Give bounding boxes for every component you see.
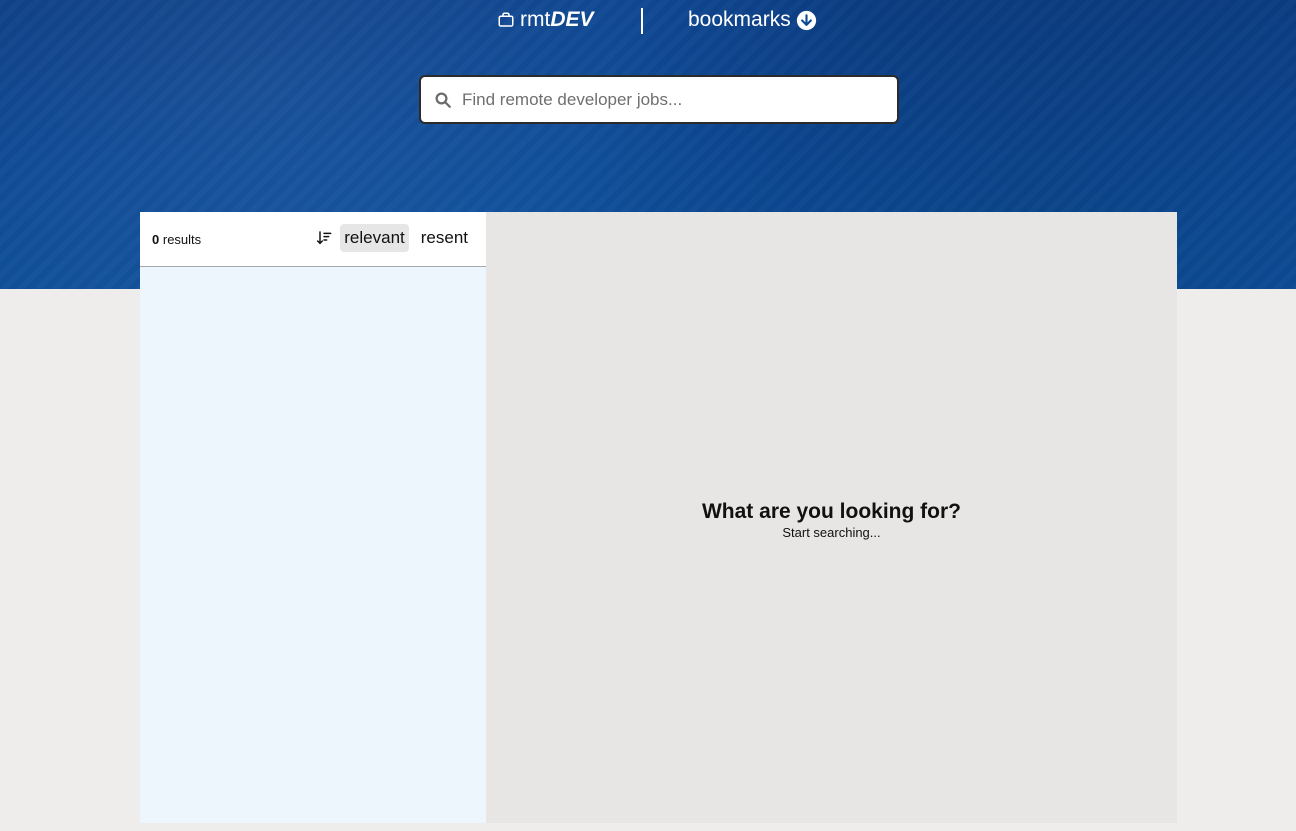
results-count-number: 0 bbox=[152, 231, 160, 247]
search-form bbox=[419, 75, 899, 124]
results-count-label: results bbox=[162, 231, 202, 247]
bookmarks-label: bookmarks bbox=[688, 8, 791, 31]
logo-text-bold: DEV bbox=[550, 8, 594, 31]
briefcase-icon bbox=[498, 12, 514, 27]
sort-descending-icon bbox=[317, 231, 332, 245]
results-count: 0 results bbox=[152, 232, 201, 247]
job-details: What are you looking for? Start searchin… bbox=[486, 212, 1177, 823]
logo-link[interactable]: rmtDEV bbox=[497, 8, 594, 32]
sidebar: 0 results relevant resent bbox=[140, 212, 486, 823]
sort-recent-button[interactable]: resent bbox=[417, 224, 472, 252]
search-input[interactable] bbox=[462, 89, 862, 110]
search-icon[interactable] bbox=[434, 91, 452, 109]
logo-text-prefix: rmt bbox=[520, 8, 551, 31]
sidebar-top: 0 results relevant resent bbox=[140, 212, 486, 267]
nav-divider bbox=[641, 8, 643, 34]
job-list bbox=[140, 267, 486, 822]
sorting-controls: relevant resent bbox=[316, 224, 472, 252]
empty-state-subtitle: Start searching... bbox=[782, 524, 881, 540]
bookmarks-button[interactable]: bookmarks bbox=[688, 8, 817, 32]
empty-state-title: What are you looking for? bbox=[701, 499, 961, 523]
sort-relevant-button[interactable]: relevant bbox=[340, 224, 409, 252]
top-navigation: rmtDEV bookmarks bbox=[0, 6, 1296, 36]
main-container: 0 results relevant resent What are you l… bbox=[140, 212, 1177, 823]
arrow-down-circle-icon bbox=[796, 10, 816, 30]
